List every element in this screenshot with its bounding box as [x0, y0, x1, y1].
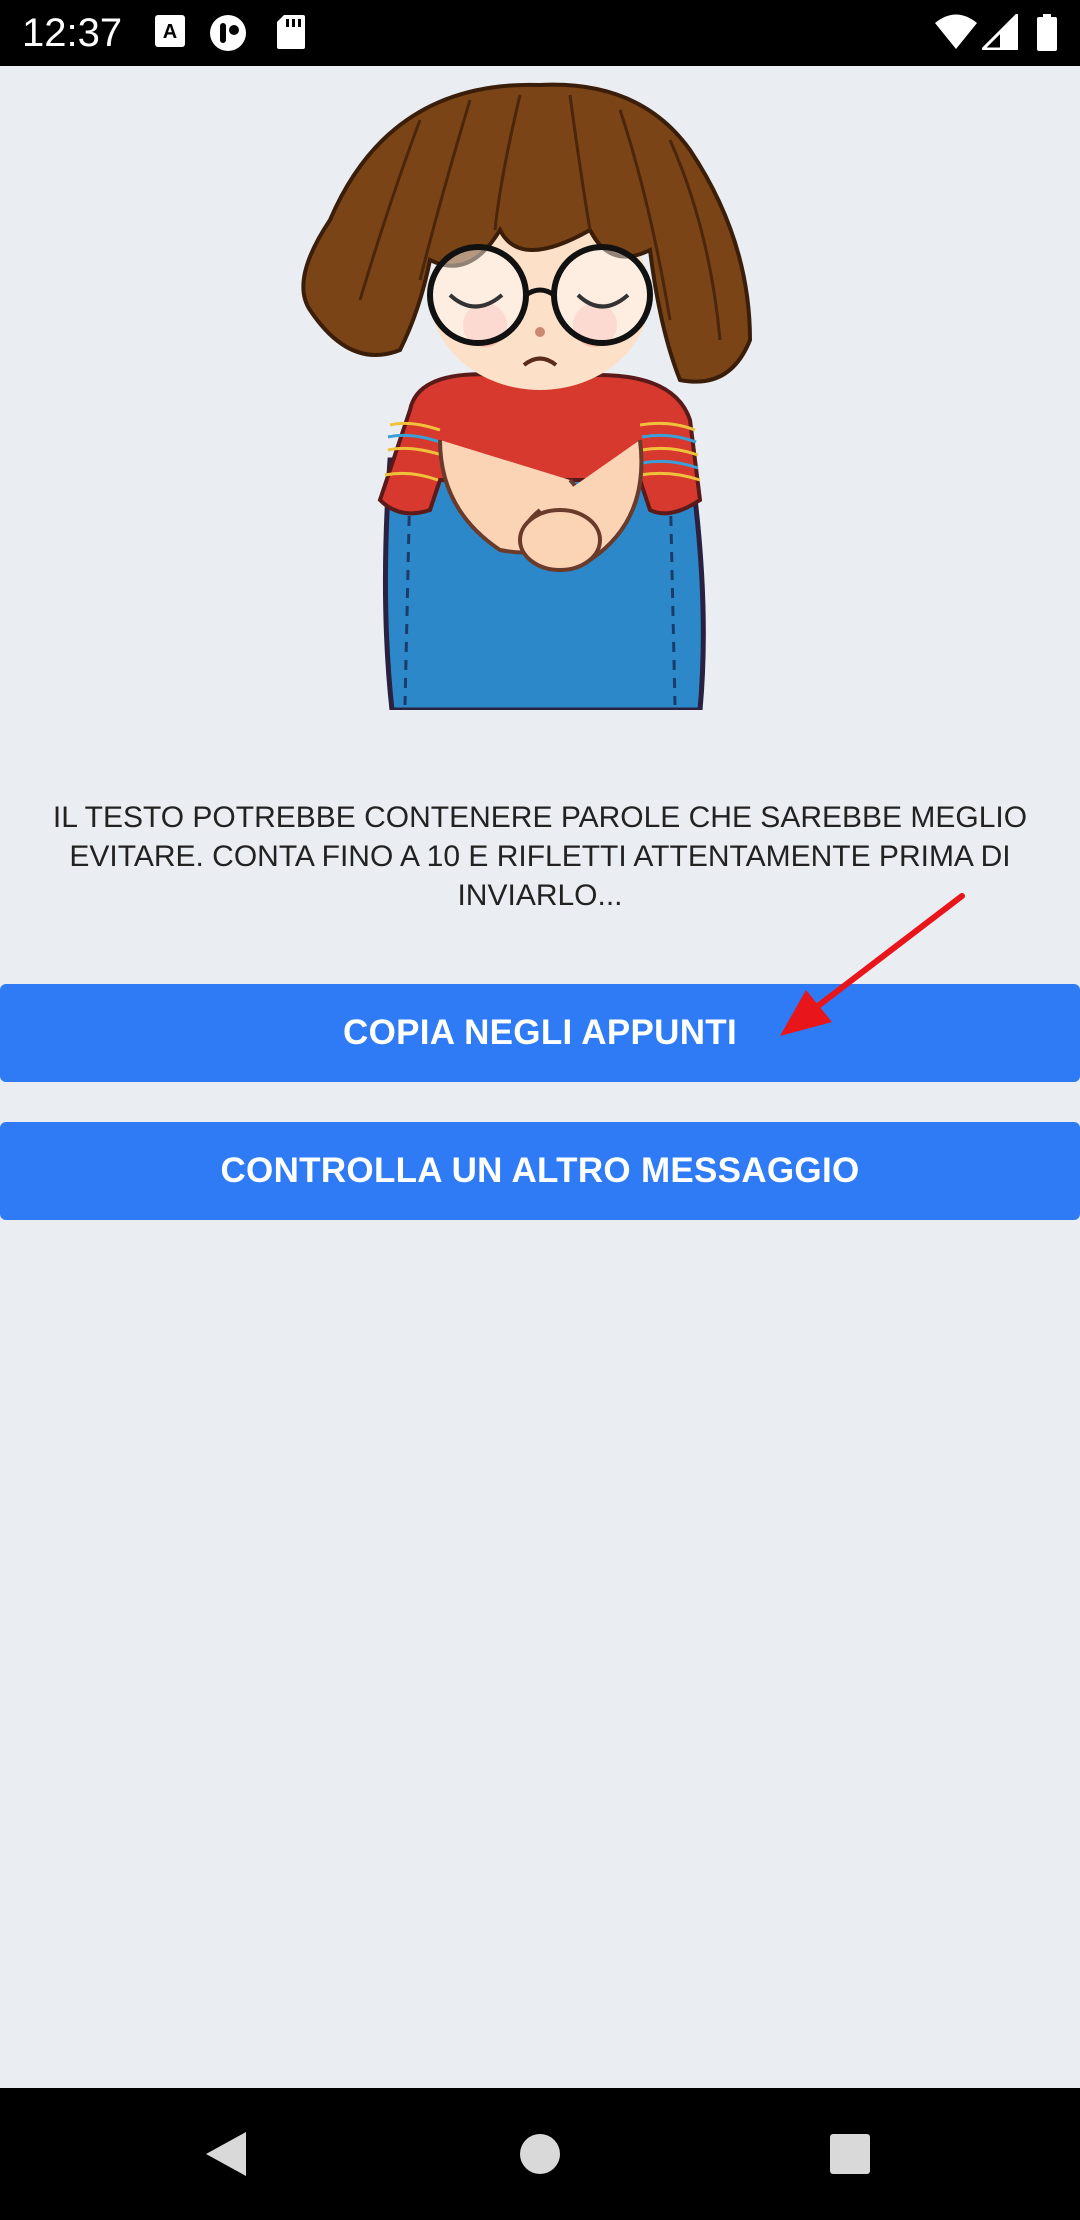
status-time: 12:37 [22, 11, 123, 55]
font-a-icon: A [155, 15, 185, 47]
check-another-message-button[interactable]: CONTROLLA UN ALTRO MESSAGGIO [0, 1122, 1080, 1220]
status-bar: 12:37 A [0, 0, 1080, 66]
sd-card-icon [277, 15, 305, 49]
copy-to-clipboard-button[interactable]: COPIA NEGLI APPUNTI [0, 984, 1080, 1082]
wifi-icon [935, 14, 977, 49]
sad-girl-sticker-icon [301, 82, 753, 710]
assistant-icon [210, 15, 246, 51]
battery-icon [1037, 14, 1057, 51]
back-icon[interactable] [196, 2124, 256, 2184]
recents-icon[interactable] [820, 2124, 880, 2184]
navigation-bar [0, 2088, 1080, 2220]
signal-icon [982, 14, 1018, 50]
svg-text:A: A [163, 21, 177, 43]
home-icon[interactable] [510, 2124, 570, 2184]
warning-message: IL TESTO POTREBBE CONTENERE PAROLE CHE S… [52, 801, 1028, 912]
